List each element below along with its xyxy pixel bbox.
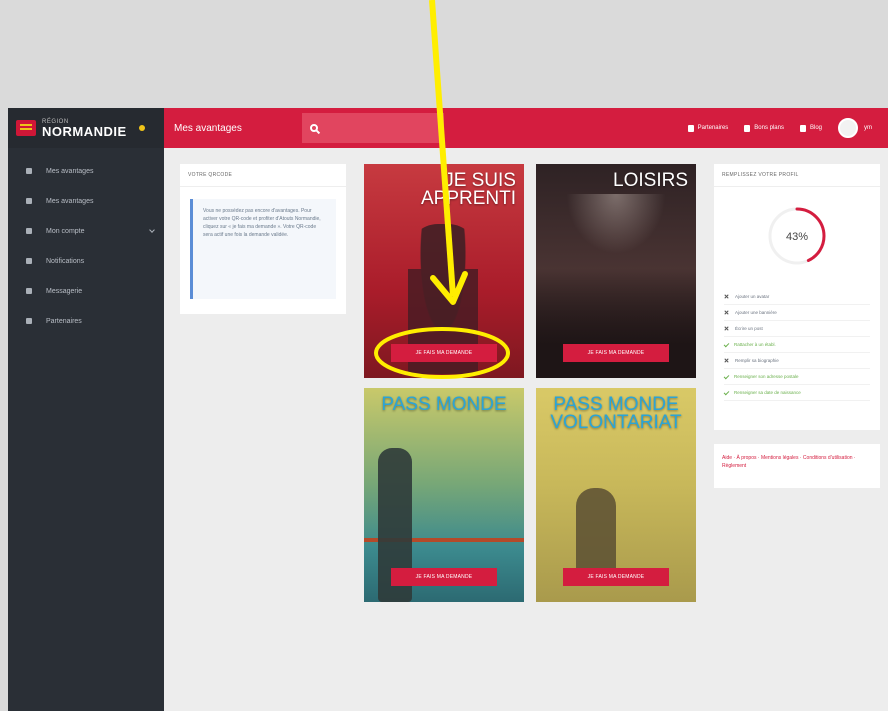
profile-completion-panel: REMPLISSEZ VOTRE PROFIL 43% Ajouter un a…	[714, 164, 880, 430]
brand-text: RÉGION NORMANDIE	[42, 119, 127, 138]
check-icon	[723, 341, 730, 348]
footer-link-reglement[interactable]: Règlement	[722, 463, 746, 469]
search-input[interactable]	[302, 113, 444, 143]
thumbs-up-icon	[744, 124, 751, 132]
progress-ring: 43%	[768, 207, 826, 265]
topnav-blog-link[interactable]: Blog	[799, 124, 822, 132]
top-bar: Mes avantages Partenaires Bons plans Blo…	[164, 108, 888, 148]
sidebar-item-label: Mes avantages	[46, 197, 94, 205]
checklist-item[interactable]: Écrire un post	[724, 321, 870, 337]
topnav-partenaires-link[interactable]: Partenaires	[687, 124, 729, 132]
avatar[interactable]	[838, 118, 858, 138]
sidebar-item-label: Mes avantages	[46, 167, 94, 175]
cross-icon	[724, 326, 729, 331]
footer-link-mentions[interactable]: Mentions légales	[761, 455, 799, 461]
sidebar-item-mon-compte[interactable]: Mon compte	[8, 216, 164, 246]
profile-progress: 43%	[714, 187, 880, 271]
footer-link-aide[interactable]: Aide	[722, 455, 732, 461]
check-icon	[723, 389, 730, 396]
check-icon	[723, 373, 730, 380]
checklist-item[interactable]: Rattacher à un établ.	[723, 337, 870, 353]
profile-panel-title: REMPLISSEZ VOTRE PROFIL	[714, 164, 880, 187]
footer-links-panel: Aide · À propos · Mentions légales · Con…	[714, 444, 880, 488]
cross-icon	[724, 294, 729, 299]
sidebar-item-label: Partenaires	[46, 317, 82, 325]
topnav-link-label: Blog	[809, 125, 822, 131]
offer-card-title: PASS MONDE	[381, 394, 507, 415]
gift-icon	[26, 198, 32, 204]
request-button-loisirs[interactable]: JE FAIS MA DEMANDE	[563, 344, 669, 362]
sidebar-nav: Mes avantages Mes avantages Mon compte N…	[8, 148, 164, 336]
topnav-link-label: Partenaires	[697, 125, 729, 131]
qrcode-panel-title: VOTRE QRCODE	[180, 164, 346, 187]
bell-icon	[26, 258, 32, 264]
checklist-item-label: Rattacher à un établ.	[734, 342, 776, 347]
link-separator: ·	[852, 455, 856, 461]
offer-card-pass-monde-volontariat[interactable]: PASS MONDE VOLONTARIAT JE FAIS MA DEMAND…	[536, 388, 696, 602]
brand-normandie-label: NORMANDIE	[42, 123, 127, 139]
checklist-item-label: Écrire un post	[735, 326, 763, 331]
checklist-item[interactable]: Ajouter un avatar	[724, 289, 870, 305]
offer-card-pass-monde[interactable]: PASS MONDE JE FAIS MA DEMANDE	[364, 388, 524, 602]
checklist-item[interactable]: Renseigner son adresse postale	[723, 369, 870, 385]
concert-light	[566, 194, 666, 254]
offer-card-title: PASS MONDE VOLONTARIAT	[550, 394, 682, 433]
sidebar-item-partenaires[interactable]: Partenaires	[8, 306, 164, 336]
sidebar-item-notifications[interactable]: Notifications	[8, 246, 164, 276]
brand-logo[interactable]: RÉGION NORMANDIE	[8, 108, 164, 148]
user-name[interactable]: ym	[864, 125, 872, 131]
footer-link-conditions[interactable]: Conditions d'utilisation	[803, 455, 853, 461]
top-links: Partenaires Bons plans Blog ym	[687, 118, 888, 138]
request-button-volontariat[interactable]: JE FAIS MA DEMANDE	[563, 568, 669, 586]
sidebar-item-label: Mon compte	[46, 227, 85, 235]
brand-dot-icon	[138, 125, 145, 131]
sidebar: RÉGION NORMANDIE Mes avantages Mes avant…	[8, 108, 164, 711]
chevron-down-icon	[149, 227, 155, 233]
footer-link-a-propos[interactable]: À propos	[736, 455, 756, 461]
location-pin-icon	[687, 124, 694, 132]
topnav-link-label: Bons plans	[754, 125, 784, 131]
checklist-item-label: Remplir sa biographie	[735, 358, 779, 363]
offer-card-title: LOISIRS	[613, 170, 688, 191]
user-icon	[26, 228, 32, 234]
checklist-item-label: Ajouter un avatar	[735, 294, 770, 299]
profile-checklist: Ajouter un avatar Ajouter une bannière É…	[714, 271, 880, 401]
checklist-item-label: Renseigner son adresse postale	[734, 374, 799, 379]
topnav-bons-plans-link[interactable]: Bons plans	[744, 124, 784, 132]
checklist-item[interactable]: Renseigner sa date de naissance	[723, 385, 870, 401]
checklist-item-label: Ajouter une bannière	[735, 310, 777, 315]
sidebar-item-messagerie[interactable]: Messagerie	[8, 276, 164, 306]
tag-icon	[26, 168, 32, 174]
screenshot-stage: RÉGION NORMANDIE Mes avantages Mes avant…	[0, 0, 888, 711]
checklist-item-label: Renseigner sa date de naissance	[734, 390, 801, 395]
search-icon	[310, 124, 318, 132]
request-button-apprenti[interactable]: JE FAIS MA DEMANDE	[391, 344, 497, 362]
cross-icon	[724, 358, 729, 363]
sidebar-item-avantages-1[interactable]: Mes avantages	[8, 156, 164, 186]
checklist-item[interactable]: Remplir sa biographie	[724, 353, 870, 369]
page-title: Mes avantages	[174, 122, 242, 134]
qrcode-panel: VOTRE QRCODE Vous ne possédez pas encore…	[180, 164, 346, 314]
request-button-pass-monde[interactable]: JE FAIS MA DEMANDE	[391, 568, 497, 586]
cross-icon	[724, 310, 729, 315]
offer-card-title: JE SUIS APPRENTI	[420, 170, 516, 209]
newspaper-icon	[799, 124, 806, 132]
checklist-item[interactable]: Ajouter une bannière	[724, 305, 870, 321]
progress-percent-label: 43%	[786, 231, 808, 243]
sitting-person-photo	[576, 488, 616, 578]
sidebar-item-label: Messagerie	[46, 287, 83, 295]
offer-card-apprenti[interactable]: JE SUIS APPRENTI JE FAIS MA DEMANDE	[364, 164, 524, 378]
offer-card-loisirs[interactable]: LOISIRS JE FAIS MA DEMANDE	[536, 164, 696, 378]
qrcode-info-note: Vous ne possédez pas encore d'avantages.…	[190, 199, 336, 299]
sidebar-item-avantages-2[interactable]: Mes avantages	[8, 186, 164, 216]
sidebar-item-label: Notifications	[46, 257, 85, 265]
normandie-flag-icon	[16, 120, 36, 136]
main-content: VOTRE QRCODE Vous ne possédez pas encore…	[164, 148, 888, 711]
mail-icon	[26, 288, 32, 294]
location-icon	[26, 318, 32, 324]
